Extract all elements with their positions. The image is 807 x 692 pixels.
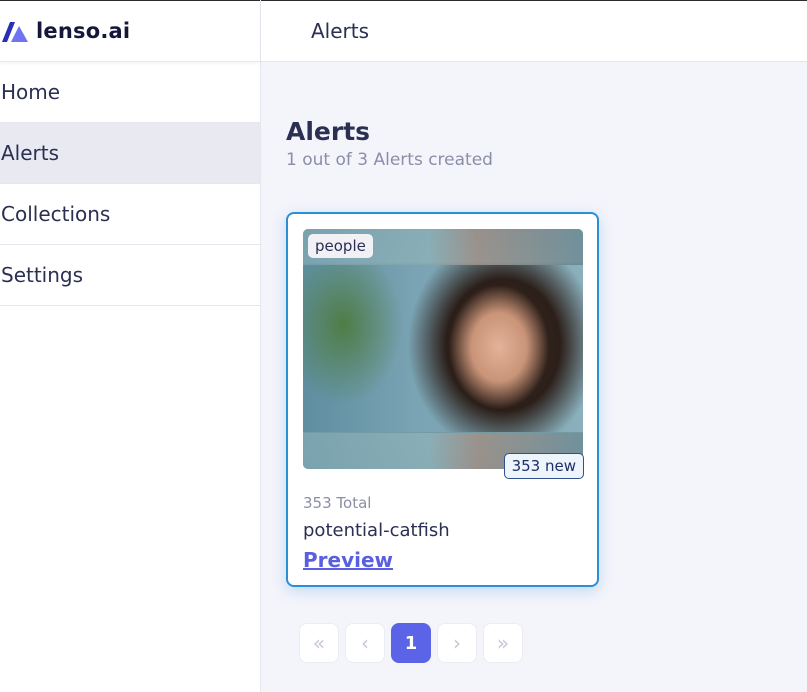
preview-link[interactable]: Preview [303, 548, 393, 572]
double-chevron-right-icon: » [496, 631, 510, 655]
double-chevron-left-icon: « [312, 631, 326, 655]
brand-name: lenso.ai [36, 19, 131, 43]
page-subtitle: 1 out of 3 Alerts created [286, 150, 493, 170]
alert-tag: people [308, 234, 373, 258]
header-title: Alerts [311, 19, 370, 43]
next-page-button[interactable]: › [437, 623, 477, 663]
sidebar-item-label: Collections [1, 202, 111, 226]
top-header: Alerts [261, 0, 807, 62]
main-content: Alerts 1 out of 3 Alerts created people … [261, 62, 807, 692]
alert-name: potential-catfish [303, 520, 450, 541]
page-1-button[interactable]: 1 [391, 623, 431, 663]
new-results-badge: 353 new [503, 453, 584, 479]
chevron-right-icon: › [453, 631, 461, 655]
alert-thumbnail[interactable]: people [303, 229, 583, 469]
page-title: Alerts [286, 117, 371, 146]
sidebar-item-label: Home [1, 80, 61, 104]
brand[interactable]: lenso.ai [0, 0, 260, 62]
sidebar-item-home[interactable]: Home [0, 62, 260, 123]
lenso-logo-icon [2, 20, 30, 42]
chevron-left-icon: ‹ [361, 631, 369, 655]
alert-total: 353 Total [303, 494, 372, 512]
alert-card[interactable]: people 353 new 353 Total potential-catfi… [286, 212, 599, 587]
alert-photo [303, 265, 583, 432]
sidebar-item-label: Alerts [1, 141, 60, 165]
sidebar-item-label: Settings [1, 263, 84, 287]
last-page-button[interactable]: » [483, 623, 523, 663]
app-root: lenso.ai Home Alerts Collections Setting… [0, 0, 807, 692]
sidebar-item-alerts[interactable]: Alerts [0, 123, 260, 184]
pagination: « ‹ 1 › » [299, 623, 529, 663]
first-page-button[interactable]: « [299, 623, 339, 663]
sidebar-item-collections[interactable]: Collections [0, 184, 260, 245]
prev-page-button[interactable]: ‹ [345, 623, 385, 663]
sidebar-item-settings[interactable]: Settings [0, 245, 260, 306]
page-number: 1 [404, 632, 418, 654]
sidebar: lenso.ai Home Alerts Collections Setting… [0, 0, 261, 692]
